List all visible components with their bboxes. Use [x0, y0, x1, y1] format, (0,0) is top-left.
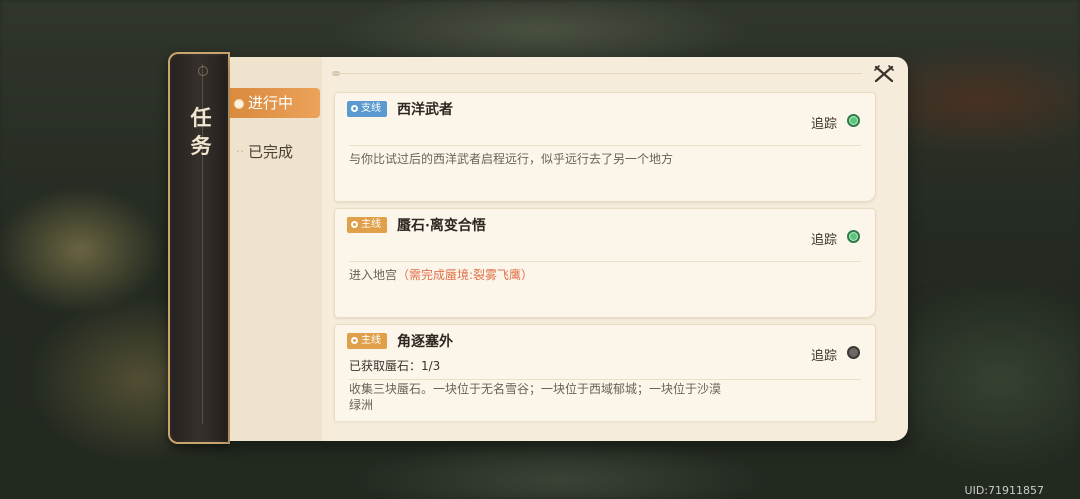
green-dot-icon[interactable]	[847, 114, 860, 127]
quest-card[interactable]: 主线 蜃石·离变合悟 追踪 进入地宫（需完成蜃境:裂雾飞鹰）	[334, 208, 876, 318]
quest-title: 角逐塞外	[397, 334, 453, 350]
quest-type-badge: 支线	[347, 101, 387, 117]
badge-ring-icon	[351, 221, 358, 228]
description-text: 收集三块蜃石。一块位于无名雪谷；一块位于西域郁城；一块位于沙漠绿洲	[349, 382, 722, 412]
tab-completed[interactable]: ·· 已完成	[230, 137, 320, 167]
close-x-icon	[874, 65, 894, 83]
gray-dot-icon[interactable]	[847, 346, 860, 359]
description-text: 进入地宫	[349, 268, 398, 282]
quest-type-badge: 主线	[347, 217, 387, 233]
scroll-decor-dot	[198, 66, 208, 76]
quest-requirement: （需完成蜃境:裂雾飞鹰）	[397, 268, 534, 282]
tab-label: 进行中	[248, 94, 294, 112]
track-label[interactable]: 追踪	[811, 229, 837, 248]
badge-ring-icon	[351, 105, 358, 112]
header-divider	[332, 73, 862, 74]
tab-dots-icon: ··	[236, 145, 245, 158]
quest-title: 蜃石·离变合悟	[397, 218, 486, 234]
description-text: 与你比试过后的西洋武者启程远行，似乎远行去了另一个地方	[349, 152, 674, 166]
badge-label: 主线	[361, 335, 381, 346]
track-label[interactable]: 追踪	[811, 345, 837, 364]
track-label[interactable]: 追踪	[811, 113, 837, 132]
green-dot-icon[interactable]	[847, 230, 860, 243]
badge-label: 支线	[361, 103, 381, 114]
close-button[interactable]	[872, 62, 896, 86]
panel-title: 任务	[190, 105, 212, 158]
quest-title: 西洋武者	[397, 102, 453, 118]
quest-progress: 已获取蜃石：1/3	[349, 359, 441, 373]
quest-card[interactable]: 主线 角逐塞外 已获取蜃石：1/3 追踪 收集三块蜃石。一块位于无名雪谷；一块位…	[334, 324, 876, 421]
quest-description: 收集三块蜃石。一块位于无名雪谷；一块位于西域郁城；一块位于沙漠绿洲	[349, 381, 729, 413]
badge-label: 主线	[361, 219, 381, 230]
quest-description: 进入地宫（需完成蜃境:裂雾飞鹰）	[349, 267, 729, 283]
tab-in-progress[interactable]: 进行中	[230, 88, 320, 118]
quest-type-badge: 主线	[347, 333, 387, 349]
quest-description: 与你比试过后的西洋武者启程远行，似乎远行去了另一个地方	[349, 151, 729, 167]
tab-label: 已完成	[248, 143, 294, 161]
user-id-label: UID:71911857	[964, 484, 1044, 497]
card-divider	[349, 261, 861, 262]
card-divider	[349, 145, 861, 146]
quest-card[interactable]: 支线 西洋武者 追踪 与你比试过后的西洋武者启程远行，似乎远行去了另一个地方	[334, 92, 876, 202]
card-divider	[349, 379, 861, 380]
badge-ring-icon	[351, 337, 358, 344]
tab-active-bullet-icon	[234, 99, 244, 109]
